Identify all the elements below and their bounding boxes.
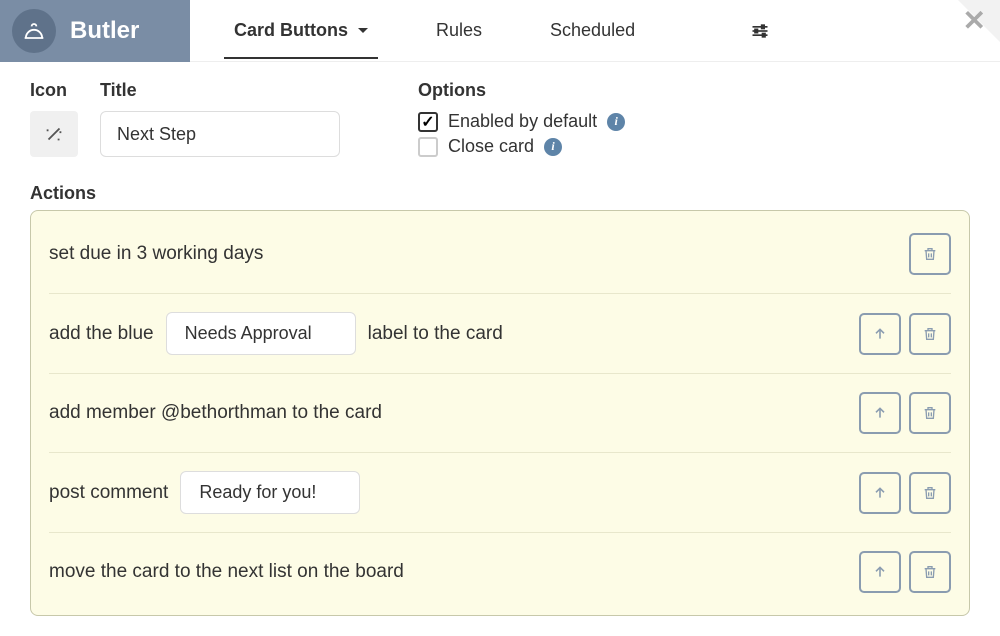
checkbox-enabled-default[interactable]: ✓ xyxy=(418,112,438,132)
delete-action-button[interactable] xyxy=(909,313,951,355)
action-row: move the card to the next list on the bo… xyxy=(49,533,951,611)
title-label: Title xyxy=(100,80,340,101)
icon-label: Icon xyxy=(30,80,78,101)
options-label: Options xyxy=(418,80,625,101)
trash-icon xyxy=(922,404,938,422)
action-row: add member @bethorthman to the card xyxy=(49,374,951,453)
option-label: Close card xyxy=(448,136,534,157)
wand-icon xyxy=(43,123,65,145)
action-row: set due in 3 working days xyxy=(49,215,951,294)
checkbox-close-card[interactable] xyxy=(418,137,438,157)
option-label: Enabled by default xyxy=(448,111,597,132)
move-up-button[interactable] xyxy=(859,313,901,355)
action-text: add member @bethorthman to the card xyxy=(49,402,382,424)
actions-list: set due in 3 working days add the blue l… xyxy=(30,210,970,616)
action-row: post comment xyxy=(49,453,951,533)
trash-icon xyxy=(922,245,938,263)
info-icon[interactable]: i xyxy=(544,138,562,156)
tab-card-buttons[interactable]: Card Buttons xyxy=(230,2,372,59)
move-up-button[interactable] xyxy=(859,392,901,434)
arrow-up-icon xyxy=(872,564,888,580)
tab-scheduled[interactable]: Scheduled xyxy=(546,2,639,59)
action-text: label to the card xyxy=(368,323,503,345)
icon-picker-button[interactable] xyxy=(30,111,78,157)
action-text: post comment xyxy=(49,482,168,504)
actions-label: Actions xyxy=(30,183,970,204)
title-input[interactable] xyxy=(100,111,340,157)
delete-action-button[interactable] xyxy=(909,233,951,275)
header: Butler Card Buttons Rules Scheduled xyxy=(0,0,1000,62)
delete-action-button[interactable] xyxy=(909,392,951,434)
info-icon[interactable]: i xyxy=(607,113,625,131)
chevron-down-icon xyxy=(358,28,368,33)
brand: Butler xyxy=(0,0,190,62)
tab-rules[interactable]: Rules xyxy=(432,2,486,59)
trash-icon xyxy=(922,484,938,502)
arrow-up-icon xyxy=(872,485,888,501)
butler-bell-icon xyxy=(12,9,56,53)
comment-input[interactable] xyxy=(180,471,360,514)
tab-label: Scheduled xyxy=(550,20,635,41)
checkmark-icon: ✓ xyxy=(421,112,434,132)
trash-icon xyxy=(922,325,938,343)
tab-label: Rules xyxy=(436,20,482,41)
tab-label: Card Buttons xyxy=(234,20,348,41)
delete-action-button[interactable] xyxy=(909,472,951,514)
action-text: set due in 3 working days xyxy=(49,243,263,265)
move-up-button[interactable] xyxy=(859,472,901,514)
brand-title: Butler xyxy=(70,17,139,45)
move-up-button[interactable] xyxy=(859,551,901,593)
arrow-up-icon xyxy=(872,405,888,421)
action-text: move the card to the next list on the bo… xyxy=(49,561,404,583)
action-text: add the blue xyxy=(49,323,154,345)
settings-icon[interactable] xyxy=(750,21,770,41)
trash-icon xyxy=(922,563,938,581)
action-row: add the blue label to the card xyxy=(49,294,951,374)
arrow-up-icon xyxy=(872,326,888,342)
label-name-input[interactable] xyxy=(166,312,356,355)
delete-action-button[interactable] xyxy=(909,551,951,593)
